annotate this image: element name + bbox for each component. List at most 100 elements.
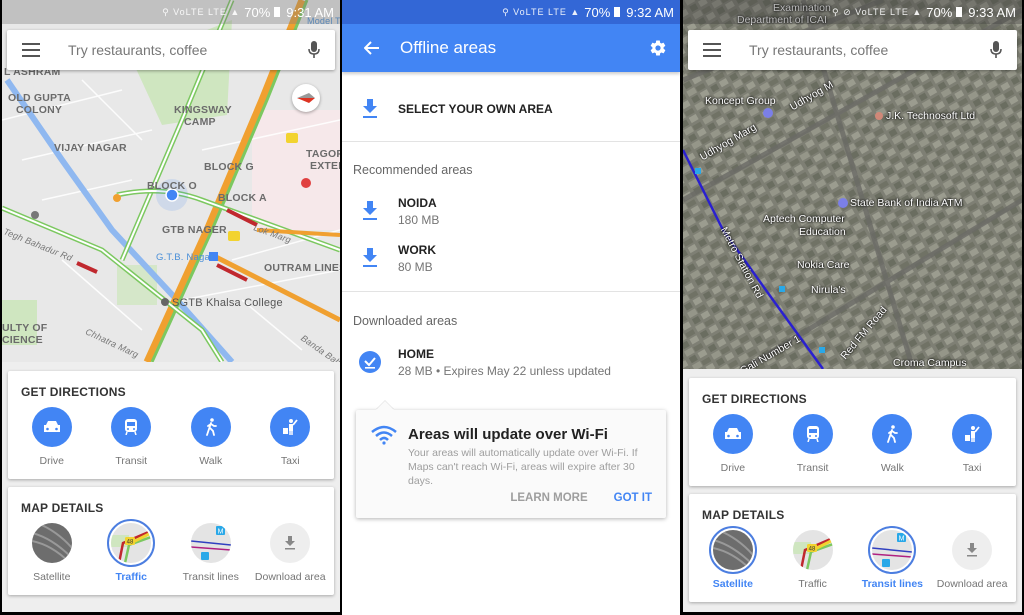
status-bar: ⚲ VoLTE LTE ▲ 70% 9:31 AM [2,0,340,24]
back-arrow-icon [364,41,379,55]
drive-button[interactable]: Drive [695,414,770,474]
recommended-area-item[interactable]: NOIDA 180 MB [342,195,680,227]
status-icons: ⚲ VoLTE LTE ▲ [162,6,241,17]
mic-icon[interactable] [981,38,1011,62]
traffic-layer-button[interactable]: 48 Traffic [775,530,850,590]
search-bar[interactable]: Try restaurants, coffee [7,30,335,70]
directions-title: GET DIRECTIONS [21,385,126,399]
satellite-layer-button[interactable]: Satellite [695,526,770,590]
drive-button[interactable]: Drive [14,407,89,467]
map-label: KINGSWAY [174,104,232,116]
download-icon [285,536,296,550]
mic-icon[interactable] [299,38,329,62]
map-details-title: MAP DETAILS [702,508,785,522]
transit-button[interactable]: Transit [775,414,850,474]
traffic-thumbnail: 48 [792,530,833,570]
download-icon [363,248,377,267]
svg-text:48: 48 [808,547,815,553]
map-label: SGTB Khalsa College [172,297,283,309]
area-name: WORK [398,242,436,257]
map-details-card: MAP DETAILS Satellite 48 Traffic M Trans… [8,487,334,595]
status-icons: ⚲ ⊘ VoLTE LTE ▲ [832,6,923,17]
walk-icon [205,418,217,436]
walk-button[interactable]: Walk [173,407,248,467]
download-icon [363,99,377,118]
taxi-button[interactable]: Taxi [253,407,328,467]
tooltip-body: Your areas will automatically update ove… [408,447,638,487]
download-area-button[interactable]: Download area [935,530,1010,590]
transit-label: Transit [796,462,829,474]
traffic-label: Traffic [798,578,827,590]
directions-title: GET DIRECTIONS [702,392,807,406]
downloaded-area-item[interactable]: HOME 28 MB • Expires May 22 unless updat… [342,346,680,378]
map-label: Koncept Group [705,95,776,107]
traffic-label: Traffic [115,571,147,583]
satellite-label: Satellite [712,578,754,590]
map-label: State Bank of India ATM [850,197,963,209]
status-bar: ⚲ ⊘ VoLTE LTE ▲ 70% 9:33 AM [683,0,1022,24]
walk-icon [887,425,899,443]
bottom-sheet: GET DIRECTIONS Drive Transit Walk Taxi M… [683,369,1022,612]
map-label: BLOCK G [204,161,254,173]
map-label: EXTEN [310,160,340,172]
walk-button[interactable]: Walk [855,414,930,474]
search-input[interactable]: Try restaurants, coffee [749,42,981,58]
transit-lines-layer-button[interactable]: M Transit lines [855,526,930,590]
wifi-update-tooltip: Areas will update over Wi-Fi Your areas … [356,401,666,518]
directions-card: GET DIRECTIONS Drive Transit Walk Taxi [8,371,334,479]
battery-icon [614,7,621,17]
transit-button[interactable]: Transit [94,407,169,467]
status-icons: ⚲ VoLTE LTE ▲ [502,6,581,17]
menu-icon[interactable] [22,43,40,57]
map-label: GTB NAGER [162,224,227,236]
map-screen-satellite: Examination Department of ICAI Koncept G… [683,0,1022,615]
map-label: G.T.B. Nagar [156,252,214,263]
downloaded-check-icon [359,351,381,373]
search-bar[interactable]: Try restaurants, coffee [688,30,1017,70]
transit-lines-label: Transit lines [861,578,924,590]
traffic-thumbnail: 48 [107,519,156,567]
download-icon [363,201,377,220]
svg-text:M: M [899,536,905,543]
transit-label: Transit [115,455,148,467]
satellite-thumbnail [31,523,72,563]
offline-areas-screen: ⚲ VoLTE LTE ▲ 70% 9:32 AM Offline areas … [342,0,680,615]
traffic-layer-button[interactable]: 48 Traffic [94,519,169,583]
taxi-label: Taxi [280,455,300,467]
map-label: OUTRAM LINES [264,262,340,274]
car-icon [43,421,60,432]
select-own-area-button[interactable]: SELECT YOUR OWN AREA [342,95,680,123]
map-details-card: MAP DETAILS Satellite 48 Traffic M Trans… [689,494,1016,602]
taxi-button[interactable]: Taxi [935,414,1010,474]
battery-level: 70% [584,4,611,20]
download-area-button[interactable]: Download area [253,523,328,583]
got-it-button[interactable]: GOT IT [614,492,652,504]
map-label: Nokia Care [797,259,850,271]
map-label: Croma Campus [893,357,967,369]
directions-card: GET DIRECTIONS Drive Transit Walk Taxi [689,378,1016,486]
clock: 9:33 AM [968,4,1016,20]
back-button[interactable] [352,41,392,55]
menu-icon[interactable] [703,43,721,57]
search-input[interactable]: Try restaurants, coffee [68,42,299,58]
map-label: Aptech Computer [763,213,845,225]
map-label: Nirula's [811,284,846,296]
compass-button[interactable] [292,84,320,112]
status-bar: ⚲ VoLTE LTE ▲ 70% 9:32 AM [342,0,680,24]
settings-button[interactable] [646,36,670,60]
transit-lines-layer-button[interactable]: M Transit lines [173,523,248,583]
downloaded-header: Downloaded areas [353,314,458,328]
map-label: Education [799,226,846,238]
map-label: BLOCK O [147,180,197,192]
select-own-area-label: SELECT YOUR OWN AREA [398,102,553,116]
map-details-title: MAP DETAILS [21,501,104,515]
battery-level: 70% [244,4,271,20]
download-thumbnail [270,523,311,563]
satellite-label: Satellite [33,571,71,583]
gear-icon [650,40,666,56]
learn-more-button[interactable]: LEARN MORE [510,492,587,504]
satellite-layer-button[interactable]: Satellite [14,523,89,583]
recommended-area-item[interactable]: WORK 80 MB [342,242,680,274]
battery-icon [956,7,963,17]
map-label: TAGORE [306,148,340,160]
